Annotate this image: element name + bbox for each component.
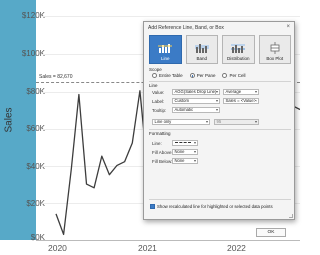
tooltip-label: Tooltip: bbox=[152, 108, 167, 113]
chevron-down-icon: ▾ bbox=[215, 107, 218, 112]
recalculate-label: Show recalculated line for highlighted o… bbox=[157, 204, 273, 209]
recalculate-checkbox[interactable] bbox=[150, 204, 155, 209]
fill-above-text: None bbox=[174, 149, 185, 154]
band-type-label: Band bbox=[196, 56, 207, 61]
dialog-title: Add Reference Line, Band, or Box bbox=[148, 25, 224, 31]
tooltip-select[interactable]: Automatic ▾ bbox=[172, 107, 220, 113]
value-label: Value: bbox=[152, 90, 165, 95]
chevron-down-icon: ▾ bbox=[193, 149, 196, 154]
fill-below-select[interactable]: None ▾ bbox=[172, 158, 198, 164]
fill-above-label: Fill Above: bbox=[152, 150, 173, 155]
x-tick-2020: 2020 bbox=[48, 243, 67, 253]
value-aggregation-select[interactable]: Average ▾ bbox=[223, 89, 259, 95]
box-plot-type-button[interactable]: Box Plot bbox=[258, 35, 291, 64]
reference-line-dialog: Add Reference Line, Band, or Box × Line … bbox=[143, 21, 295, 237]
line-format-select[interactable]: ▾ bbox=[172, 140, 198, 146]
chevron-right-icon: › bbox=[255, 98, 257, 103]
formatting-heading: Formatting bbox=[149, 131, 171, 136]
x-tick-2022: 2022 bbox=[227, 243, 246, 253]
distribution-type-label: Distribution bbox=[226, 56, 250, 61]
distribution-type-button[interactable]: Distribution bbox=[222, 35, 255, 64]
fill-below-text: None bbox=[174, 158, 185, 163]
radio-dot bbox=[222, 73, 228, 78]
scope-options: Entire Table Per Pane Per Cell bbox=[152, 73, 245, 78]
line-type-icon bbox=[158, 44, 173, 53]
scope-per-cell-radio[interactable]: Per Cell bbox=[222, 73, 245, 78]
line-format-label: Line: bbox=[152, 141, 162, 146]
scope-per-cell-label: Per Cell bbox=[229, 73, 246, 78]
fill-above-select[interactable]: None ▾ bbox=[172, 149, 198, 155]
label-type-select[interactable]: Custom ▾ bbox=[172, 98, 220, 104]
fill-below-label: Fill Below: bbox=[152, 159, 173, 164]
reference-line-label: Sales = 82,670 bbox=[38, 74, 74, 80]
dashed-line-swatch bbox=[174, 142, 191, 144]
distribution-type-icon bbox=[231, 44, 246, 53]
ok-button[interactable]: OK bbox=[256, 228, 286, 237]
divider bbox=[149, 129, 291, 130]
chevron-down-icon: ▾ bbox=[205, 119, 208, 124]
box-plot-type-icon bbox=[270, 42, 280, 54]
percentile-text: 95 bbox=[216, 119, 222, 124]
label-custom-text: Sales = <Value> bbox=[225, 98, 257, 103]
band-type-icon bbox=[194, 44, 209, 53]
divider bbox=[149, 199, 291, 200]
tooltip-text: Automatic bbox=[174, 107, 194, 112]
box-plot-type-label: Box Plot bbox=[266, 56, 284, 61]
line-only-text: Line only bbox=[154, 119, 172, 124]
chevron-down-icon: ▾ bbox=[193, 140, 196, 145]
value-field-select[interactable]: AGG(Sales Drop Line) ▾ bbox=[172, 89, 220, 95]
scope-heading: Scope bbox=[149, 67, 162, 72]
scope-per-pane-radio[interactable]: Per Pane bbox=[189, 73, 216, 78]
label-custom-input[interactable]: Sales = <Value> › bbox=[223, 98, 259, 104]
reference-type-selector: Line Band Distribution Box Plot bbox=[149, 35, 291, 64]
percentile-select[interactable]: 95 ▾ bbox=[214, 119, 259, 125]
value-field-text: AGG(Sales Drop Line) bbox=[174, 89, 217, 94]
chevron-down-icon: ▾ bbox=[254, 89, 257, 94]
resize-grip-icon[interactable] bbox=[289, 214, 293, 218]
divider bbox=[149, 81, 291, 82]
line-heading: Line bbox=[149, 83, 158, 88]
close-icon[interactable]: × bbox=[286, 24, 290, 30]
chevron-down-icon: ▾ bbox=[215, 89, 218, 94]
radio-dot-selected bbox=[189, 73, 195, 78]
chevron-down-icon: ▾ bbox=[215, 98, 218, 103]
value-aggregation-text: Average bbox=[225, 89, 242, 94]
chevron-down-icon: ▾ bbox=[254, 119, 257, 124]
x-tick-2021: 2021 bbox=[138, 243, 157, 253]
radio-dot bbox=[152, 73, 157, 78]
line-type-label: Line bbox=[160, 56, 170, 61]
line-only-select[interactable]: Line only ▾ bbox=[152, 119, 210, 125]
line-type-button[interactable]: Line bbox=[149, 35, 182, 64]
band-type-button[interactable]: Band bbox=[185, 35, 218, 64]
scope-entire-table-radio[interactable]: Entire Table bbox=[152, 73, 183, 78]
scope-entire-table-label: Entire Table bbox=[159, 73, 183, 78]
chevron-down-icon: ▾ bbox=[193, 158, 196, 163]
scope-per-pane-label: Per Pane bbox=[196, 73, 216, 78]
label-label: Label: bbox=[152, 99, 165, 104]
label-type-text: Custom bbox=[174, 98, 189, 103]
